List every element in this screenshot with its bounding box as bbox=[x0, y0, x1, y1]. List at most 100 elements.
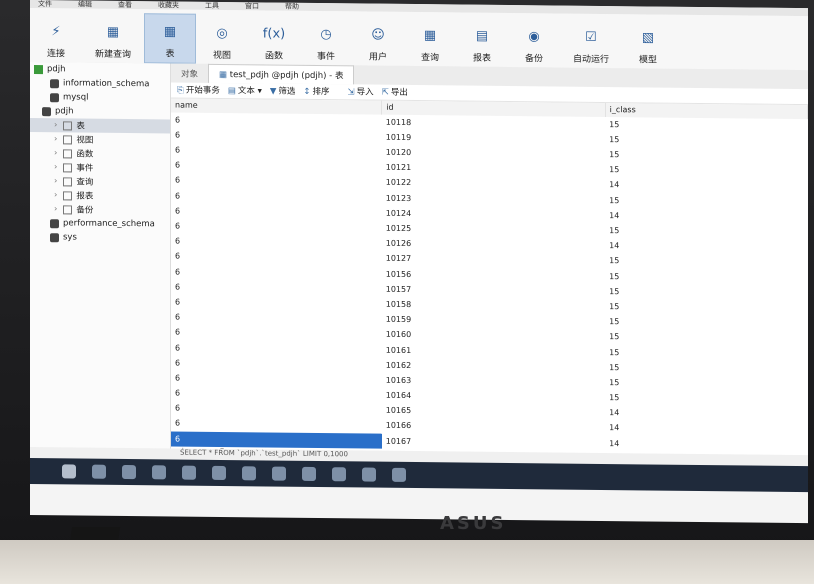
toolbar-new-query-button[interactable]: ▦ 新建查询 bbox=[82, 13, 144, 64]
database-icon bbox=[50, 232, 59, 242]
sort-button[interactable]: ↕ 排序 bbox=[303, 85, 329, 97]
folder-icon bbox=[63, 162, 73, 172]
tree-item-label: information_schema bbox=[63, 78, 150, 90]
chevron-right-icon[interactable]: › bbox=[54, 204, 57, 214]
tree-node-label: 报表 bbox=[76, 191, 94, 202]
navicat-icon[interactable] bbox=[242, 466, 256, 481]
menu-item[interactable]: 查看 bbox=[118, 0, 132, 10]
toolbar-label: 新建查询 bbox=[94, 49, 131, 61]
filter-label: 筛选 bbox=[278, 86, 296, 98]
toolbar-backup-button[interactable]: ◉ 备份 bbox=[508, 17, 560, 68]
toolbar-report-button[interactable]: ▤ 报表 bbox=[456, 16, 508, 67]
filter-icon: ▼ bbox=[269, 86, 277, 97]
tree-item-label: mysql bbox=[63, 92, 89, 103]
database-icon bbox=[42, 106, 51, 116]
toolbar-function-button[interactable]: f(x) 函数 bbox=[248, 14, 300, 65]
tree-node[interactable]: › 事件 bbox=[30, 160, 170, 175]
status-sql: SELECT * FROM `pdjh`.`test_pdjh` LIMIT 0… bbox=[180, 448, 348, 459]
tree-database[interactable]: sys bbox=[30, 230, 170, 245]
chevron-right-icon[interactable]: › bbox=[54, 134, 57, 144]
model-icon: ▧ bbox=[641, 29, 655, 46]
tree-node[interactable]: › 视图 bbox=[30, 132, 170, 147]
search-icon[interactable] bbox=[92, 464, 106, 479]
chevron-right-icon[interactable]: › bbox=[54, 176, 57, 186]
app-icon[interactable] bbox=[362, 467, 376, 482]
tree-node[interactable]: › 函数 bbox=[30, 146, 170, 161]
toolbar-connect-button[interactable]: ⚡ 连接 bbox=[30, 12, 82, 63]
toolbar-table-button[interactable]: ▦ 表 bbox=[144, 13, 196, 64]
toolbar-label: 模型 bbox=[638, 55, 657, 66]
start-icon[interactable] bbox=[62, 464, 76, 479]
laptop-base bbox=[0, 540, 814, 584]
app-icon[interactable] bbox=[182, 465, 196, 480]
tree-database[interactable]: performance_schema bbox=[30, 216, 170, 231]
user-icon: ☺ bbox=[371, 27, 385, 43]
toolbar-user-button[interactable]: ☺ 用户 bbox=[352, 15, 404, 66]
automation-icon: ☑ bbox=[585, 29, 597, 45]
app-icon[interactable] bbox=[332, 467, 346, 482]
toolbar-label: 表 bbox=[165, 49, 175, 60]
import-label: 导入 bbox=[356, 87, 374, 98]
chevron-right-icon[interactable]: › bbox=[54, 120, 57, 130]
sort-icon: ↕ bbox=[303, 87, 311, 98]
begin-transaction-label: 开始事务 bbox=[185, 85, 220, 97]
export-icon: ⇱ bbox=[381, 87, 389, 99]
tree-node[interactable]: › 表 bbox=[30, 118, 170, 134]
table-icon: ▦ bbox=[163, 23, 177, 40]
toolbar-label: 连接 bbox=[46, 49, 65, 60]
toolbar-query-button[interactable]: ▦ 查询 bbox=[404, 16, 456, 67]
text-button[interactable]: ▤ 文本 ▾ bbox=[228, 84, 262, 96]
tree-node[interactable]: › 备份 bbox=[30, 202, 170, 217]
toolbar-automation-button[interactable]: ☑ 自动运行 bbox=[560, 18, 622, 69]
app-icon[interactable] bbox=[272, 466, 286, 481]
event-icon: ◷ bbox=[320, 26, 332, 42]
chevron-right-icon[interactable]: › bbox=[54, 162, 57, 172]
tree-connection[interactable]: pdjh bbox=[30, 62, 170, 77]
export-button[interactable]: ⇱ 导出 bbox=[382, 86, 408, 98]
tree-node-label: 备份 bbox=[76, 205, 94, 216]
tree-database-open[interactable]: pdjh bbox=[30, 104, 170, 119]
query-icon: ▦ bbox=[423, 27, 437, 43]
function-icon: f(x) bbox=[262, 25, 286, 42]
main-area: pdjh information_schema mysql pdjh › 表 › 视图 › 函数 ›… bbox=[30, 62, 808, 464]
cortana-icon[interactable] bbox=[122, 464, 136, 480]
app-icon[interactable] bbox=[392, 467, 406, 482]
tree-node-label: 事件 bbox=[76, 163, 94, 174]
chevron-right-icon[interactable]: › bbox=[54, 148, 57, 158]
toolbar-model-button[interactable]: ▧ 模型 bbox=[622, 18, 674, 69]
filter-button[interactable]: ▼ 筛选 bbox=[270, 85, 296, 97]
menu-item[interactable]: 窗口 bbox=[245, 1, 259, 11]
tree-database[interactable]: information_schema bbox=[30, 76, 170, 91]
import-icon: ⇲ bbox=[347, 87, 355, 98]
menu-item[interactable]: 帮助 bbox=[285, 2, 299, 12]
backup-icon: ◉ bbox=[528, 28, 540, 44]
menu-item[interactable]: 工具 bbox=[205, 1, 219, 11]
folder-icon bbox=[63, 204, 73, 214]
folder-icon bbox=[63, 134, 73, 144]
connection-icon bbox=[34, 64, 43, 74]
import-button[interactable]: ⇲ 导入 bbox=[348, 86, 374, 98]
app-icon[interactable] bbox=[212, 465, 226, 481]
begin-transaction-button[interactable]: ⎘ 开始事务 bbox=[177, 84, 220, 96]
chevron-right-icon[interactable]: › bbox=[54, 190, 57, 200]
tab-objects[interactable]: 对象 bbox=[171, 64, 208, 82]
folder-icon bbox=[63, 190, 73, 200]
tree-node-label: 视图 bbox=[76, 135, 94, 146]
tree-node[interactable]: › 查询 bbox=[30, 174, 170, 189]
menu-item[interactable]: 编辑 bbox=[78, 0, 92, 10]
tree-node-label: 函数 bbox=[76, 149, 94, 160]
tab-table[interactable]: ▦ test_pdjh @pdjh (pdjh) - 表 bbox=[208, 63, 355, 85]
tree-item-label: pdjh bbox=[55, 106, 74, 117]
menu-item[interactable]: 收藏夹 bbox=[158, 0, 179, 10]
toolbar-view-button[interactable]: ◎ 视图 bbox=[196, 14, 248, 65]
menu-item[interactable]: 文件 bbox=[38, 0, 52, 9]
tree-node[interactable]: › 报表 bbox=[30, 188, 170, 203]
toolbar-label: 查询 bbox=[420, 53, 439, 64]
tree-database[interactable]: mysql bbox=[30, 90, 170, 105]
toolbar-event-button[interactable]: ◷ 事件 bbox=[300, 15, 352, 66]
object-tree: pdjh information_schema mysql pdjh › 表 › 视图 › 函数 ›… bbox=[30, 62, 171, 457]
app-icon[interactable] bbox=[302, 466, 316, 481]
database-icon bbox=[50, 218, 59, 228]
task-view-icon[interactable] bbox=[152, 465, 166, 480]
toolbar-label: 事件 bbox=[316, 52, 335, 63]
